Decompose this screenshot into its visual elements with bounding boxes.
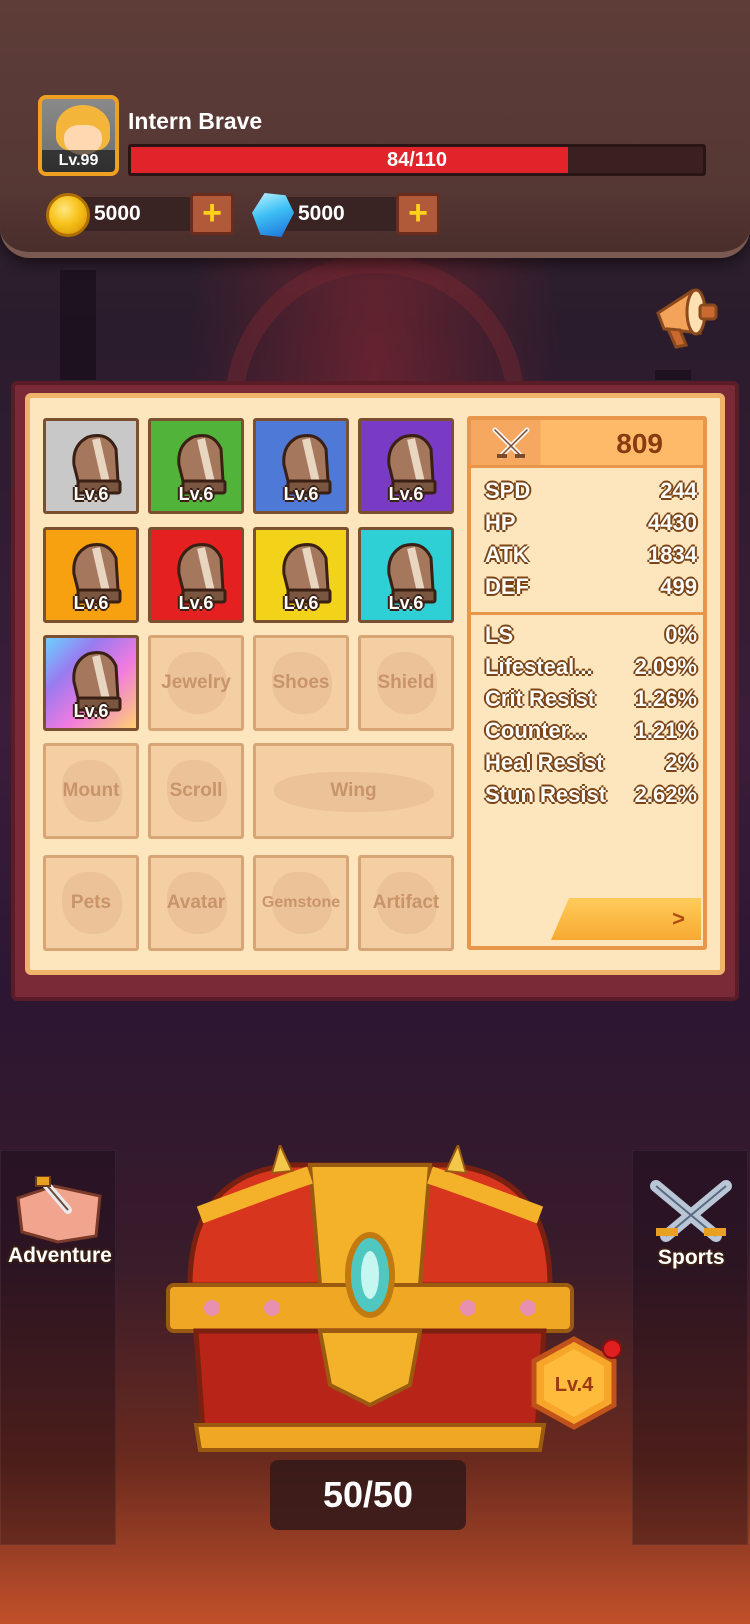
- stat-spd: SPD 244: [485, 478, 697, 503]
- wing-slot[interactable]: Wing: [253, 743, 454, 839]
- slot-label: Shoes: [272, 672, 330, 693]
- sports-swords-icon[interactable]: [646, 1180, 736, 1250]
- slot-label: Jewelry: [161, 672, 231, 693]
- pets-slot[interactable]: Pets: [43, 855, 139, 951]
- gold-counter: 5000 +: [46, 193, 236, 237]
- slot-label: Artifact: [372, 892, 440, 913]
- stat-crit-resist: Crit Resist 1.26%: [485, 686, 697, 711]
- combat-power-value: 809: [616, 428, 663, 459]
- megaphone-icon[interactable]: [648, 283, 722, 353]
- chest-level-badge[interactable]: Lv.4: [526, 1335, 622, 1431]
- equipment-slot[interactable]: Lv.6: [148, 418, 244, 514]
- slot-label: Wing: [330, 780, 377, 801]
- stat-atk: ATK 1834: [485, 542, 697, 567]
- slot-label: Mount: [62, 780, 120, 801]
- stats-panel: 809 SPD 244 HP 4430 ATK 1834 DEF 499 LS 0% Li…: [467, 416, 707, 950]
- equipment-slot[interactable]: Lv.6: [358, 418, 454, 514]
- item-level: Lv.6: [73, 701, 109, 721]
- hp-text: 84/110: [386, 149, 448, 171]
- scroll-slot[interactable]: Scroll: [148, 743, 244, 839]
- chest-level: Lv.4: [555, 1374, 594, 1396]
- slot-label: Scroll: [169, 780, 223, 801]
- equipment-slot[interactable]: Lv.6: [358, 527, 454, 623]
- equipment-slot[interactable]: Lv.6: [253, 527, 349, 623]
- background-pillar: [655, 370, 691, 380]
- adventure-map-icon[interactable]: [14, 1176, 104, 1246]
- equipment-slot[interactable]: Lv.6: [43, 635, 139, 731]
- avatar[interactable]: Lv.99: [38, 95, 119, 176]
- item-level: Lv.6: [388, 484, 424, 504]
- adventure-label[interactable]: Adventure: [8, 1244, 112, 1268]
- add-gems-button[interactable]: +: [396, 193, 440, 235]
- crossed-swords-icon: [492, 427, 530, 459]
- stat-ls: LS 0%: [485, 622, 697, 647]
- jewelry-slot[interactable]: Jewelry: [148, 635, 244, 731]
- item-level: Lv.6: [283, 484, 319, 504]
- slot-label: Shield: [377, 672, 435, 693]
- stat-def: DEF 499: [485, 574, 697, 599]
- stat-heal-resist: Heal Resist 2%: [485, 750, 697, 775]
- gemstone-slot[interactable]: Gemstone: [253, 855, 349, 951]
- stat-counter: Counter... 1.21%: [485, 718, 697, 743]
- equipment-slot[interactable]: Lv.6: [43, 418, 139, 514]
- item-level: Lv.6: [73, 484, 109, 504]
- stat-stun-resist: Stun Resist 2.62%: [485, 782, 697, 807]
- player-level: Lv.99: [42, 150, 115, 172]
- combat-power: 809: [471, 420, 703, 468]
- item-level: Lv.6: [388, 593, 424, 613]
- chest-count: 50/50: [270, 1460, 466, 1530]
- player-header: Lv.99 Intern Brave 84/110 5000 + 5000 +: [0, 0, 750, 258]
- equipment-slot[interactable]: Lv.6: [253, 418, 349, 514]
- shield-slot[interactable]: Shield: [358, 635, 454, 731]
- stat-hp: HP 4430: [485, 510, 697, 535]
- item-level: Lv.6: [283, 593, 319, 613]
- gold-coin-icon: [46, 193, 90, 237]
- item-level: Lv.6: [178, 593, 214, 613]
- slot-label: Gemstone: [261, 894, 341, 911]
- treasure-chest-icon[interactable]: [160, 1145, 580, 1465]
- stat-lifesteal: Lifesteal... 2.09%: [485, 654, 697, 679]
- item-level: Lv.6: [178, 484, 214, 504]
- mount-slot[interactable]: Mount: [43, 743, 139, 839]
- player-name: Intern Brave: [128, 108, 263, 134]
- background-pillar: [60, 270, 96, 380]
- artifact-slot[interactable]: Artifact: [358, 855, 454, 951]
- equipment-slot[interactable]: Lv.6: [148, 527, 244, 623]
- sports-label[interactable]: Sports: [658, 1246, 725, 1270]
- gem-counter: 5000 +: [250, 193, 440, 237]
- stats-divider: [471, 612, 703, 615]
- slot-label: Avatar: [166, 892, 226, 913]
- hp-bar: 84/110: [128, 144, 706, 176]
- stats-detail-button[interactable]: >: [551, 898, 701, 940]
- shoes-slot[interactable]: Shoes: [253, 635, 349, 731]
- add-gold-button[interactable]: +: [190, 193, 234, 235]
- equipment-slot[interactable]: Lv.6: [43, 527, 139, 623]
- item-level: Lv.6: [73, 593, 109, 613]
- slot-label: Pets: [70, 892, 112, 913]
- avatar-slot[interactable]: Avatar: [148, 855, 244, 951]
